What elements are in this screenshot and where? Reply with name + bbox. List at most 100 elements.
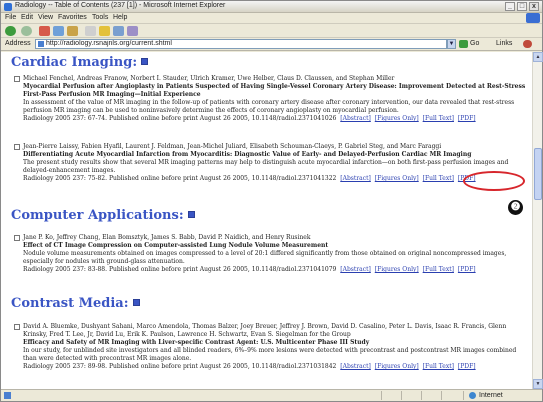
go-label: Go bbox=[470, 40, 480, 47]
go-button[interactable]: Go bbox=[459, 39, 479, 49]
abstract-link[interactable]: [Abstract] bbox=[340, 363, 371, 370]
home-icon[interactable] bbox=[67, 26, 78, 36]
abstract-link[interactable]: [Abstract] bbox=[340, 175, 371, 182]
title-bar: Radiology -- Table of Contents (237 [1])… bbox=[1, 1, 542, 13]
citation-text: Radiology 2005 237: 89-98. Published onl… bbox=[23, 363, 337, 370]
zone-label: Internet bbox=[479, 392, 503, 399]
citation-text: Radiology 2005 237: 67-74. Published onl… bbox=[23, 115, 337, 122]
scroll-down-icon[interactable]: ▼ bbox=[533, 379, 543, 389]
full-text-link[interactable]: [Full Text] bbox=[423, 175, 454, 182]
article-authors: Jane P. Ko, Jeffrey Chang, Elan Bomsztyk… bbox=[23, 234, 311, 241]
article-citation: Radiology 2005 237: 83-88. Published onl… bbox=[23, 266, 530, 274]
menu-favorites[interactable]: Favorites bbox=[58, 14, 87, 21]
page-icon bbox=[38, 41, 44, 47]
citation-text: Radiology 2005 237: 83-88. Published onl… bbox=[23, 266, 337, 273]
menu-help[interactable]: Help bbox=[113, 14, 127, 21]
section-heading-contrast-media: Contrast Media: bbox=[11, 296, 140, 311]
article-item: Jane P. Ko, Jeffrey Chang, Elan Bomsztyk… bbox=[14, 234, 530, 274]
figures-only-link[interactable]: [Figures Only] bbox=[375, 363, 419, 370]
forward-icon[interactable] bbox=[21, 26, 32, 36]
media-icon[interactable] bbox=[113, 26, 124, 36]
abstract-link[interactable]: [Abstract] bbox=[340, 266, 371, 273]
article-abstract: The present study results show that seve… bbox=[23, 159, 509, 174]
figures-only-link[interactable]: [Figures Only] bbox=[375, 175, 419, 182]
abstract-link[interactable]: [Abstract] bbox=[340, 115, 371, 122]
article-abstract: In assessment of the value of MR imaging… bbox=[23, 99, 515, 114]
figures-only-link[interactable]: [Figures Only] bbox=[375, 115, 419, 122]
section-toggle-icon[interactable] bbox=[187, 211, 195, 218]
article-citation: Radiology 2005 237: 67-74. Published onl… bbox=[23, 115, 530, 123]
article-authors: Michael Fenchel, Andreas Franow, Norbert… bbox=[23, 75, 395, 82]
address-input[interactable]: http://radiology.rsnajnls.org/current.sh… bbox=[35, 39, 447, 49]
article-checkbox[interactable] bbox=[14, 235, 20, 241]
figures-only-link[interactable]: [Figures Only] bbox=[375, 266, 419, 273]
article-title: Effect of CT Image Compression on Comput… bbox=[23, 242, 329, 249]
article-checkbox[interactable] bbox=[14, 144, 20, 150]
window-title: Radiology -- Table of Contents (237 [1])… bbox=[15, 2, 226, 9]
page-content: Cardiac Imaging: Michael Fenchel, Andrea… bbox=[1, 52, 532, 389]
favorites-icon[interactable] bbox=[99, 26, 110, 36]
menu-file[interactable]: File bbox=[5, 14, 16, 21]
full-text-link[interactable]: [Full Text] bbox=[423, 363, 454, 370]
status-divider bbox=[421, 391, 422, 400]
full-text-link[interactable]: [Full Text] bbox=[423, 115, 454, 122]
article-citation: Radiology 2005 237: 89-98. Published onl… bbox=[23, 363, 530, 371]
history-icon[interactable] bbox=[127, 26, 138, 36]
minimize-button[interactable]: _ bbox=[505, 2, 515, 11]
address-bar: Address http://radiology.rsnajnls.org/cu… bbox=[1, 38, 542, 51]
scroll-thumb[interactable] bbox=[534, 148, 542, 200]
article-checkbox[interactable] bbox=[14, 324, 20, 330]
status-divider bbox=[441, 391, 442, 400]
article-checkbox[interactable] bbox=[14, 76, 20, 82]
article-title: Differentiating Acute Myocardial Infarct… bbox=[23, 151, 472, 158]
status-divider bbox=[381, 391, 382, 400]
status-divider bbox=[463, 391, 464, 400]
toolbar bbox=[1, 24, 542, 38]
section-toggle-icon[interactable] bbox=[141, 58, 149, 65]
back-icon[interactable] bbox=[5, 26, 16, 36]
close-button[interactable]: x bbox=[529, 2, 539, 11]
menu-bar: File Edit View Favorites Tools Help bbox=[1, 13, 542, 24]
security-zone: Internet bbox=[469, 391, 503, 400]
status-bar: Internet bbox=[1, 389, 542, 401]
article-item: David A. Bluemke, Dushyant Sahani, Marco… bbox=[14, 323, 530, 371]
browser-window: Radiology -- Table of Contents (237 [1])… bbox=[0, 0, 543, 402]
section-heading-cardiac-imaging: Cardiac Imaging: bbox=[11, 55, 149, 70]
full-text-link[interactable]: [Full Text] bbox=[423, 266, 454, 273]
scroll-up-icon[interactable]: ▲ bbox=[533, 52, 543, 62]
search-icon[interactable] bbox=[85, 26, 96, 36]
menu-tools[interactable]: Tools bbox=[92, 14, 108, 21]
pdf-link[interactable]: [PDF] bbox=[458, 266, 476, 273]
norton-icon[interactable] bbox=[523, 40, 532, 48]
citation-text: Radiology 2005 237: 75-82. Published onl… bbox=[23, 175, 337, 182]
pdf-link[interactable]: [PDF] bbox=[458, 115, 476, 122]
status-divider bbox=[401, 391, 402, 400]
stop-icon[interactable] bbox=[39, 26, 50, 36]
section-toggle-icon[interactable] bbox=[132, 299, 140, 306]
article-abstract: In our study, for unblinded site investi… bbox=[23, 347, 517, 362]
refresh-icon[interactable] bbox=[53, 26, 64, 36]
article-item: Michael Fenchel, Andreas Franow, Norbert… bbox=[14, 75, 530, 123]
ie-app-icon bbox=[4, 3, 12, 11]
full-text-highlight-ellipse bbox=[463, 171, 525, 191]
article-authors: David A. Bluemke, Dushyant Sahani, Marco… bbox=[23, 323, 507, 338]
article-citation: Radiology 2005 237: 75-82. Published onl… bbox=[23, 175, 530, 183]
article-item: Jean-Pierre Laissy, Fabien Hyafil, Laure… bbox=[14, 143, 530, 183]
section-heading-text: Cardiac Imaging: bbox=[11, 55, 138, 70]
maximize-button[interactable]: □ bbox=[517, 2, 527, 11]
links-button[interactable]: Links bbox=[496, 39, 512, 49]
section-heading-text: Computer Applications: bbox=[11, 208, 184, 223]
callout-number-badge: ❷ bbox=[508, 200, 523, 215]
pdf-link[interactable]: [PDF] bbox=[458, 363, 476, 370]
address-dropdown-icon[interactable]: ▼ bbox=[447, 39, 456, 49]
menu-view[interactable]: View bbox=[38, 14, 53, 21]
article-title: Myocardial Perfusion after Angioplasty i… bbox=[23, 83, 526, 98]
section-heading-text: Contrast Media: bbox=[11, 296, 129, 311]
menu-edit[interactable]: Edit bbox=[21, 14, 33, 21]
article-title: Efficacy and Safety of MR Imaging with L… bbox=[23, 339, 370, 346]
page-status-icon bbox=[4, 392, 11, 399]
address-url: http://radiology.rsnajnls.org/current.sh… bbox=[46, 40, 172, 47]
article-abstract: Nodule volume measurements obtained on i… bbox=[23, 250, 507, 265]
article-authors: Jean-Pierre Laissy, Fabien Hyafil, Laure… bbox=[23, 143, 442, 150]
vertical-scrollbar[interactable]: ▲ ▼ bbox=[532, 52, 543, 389]
